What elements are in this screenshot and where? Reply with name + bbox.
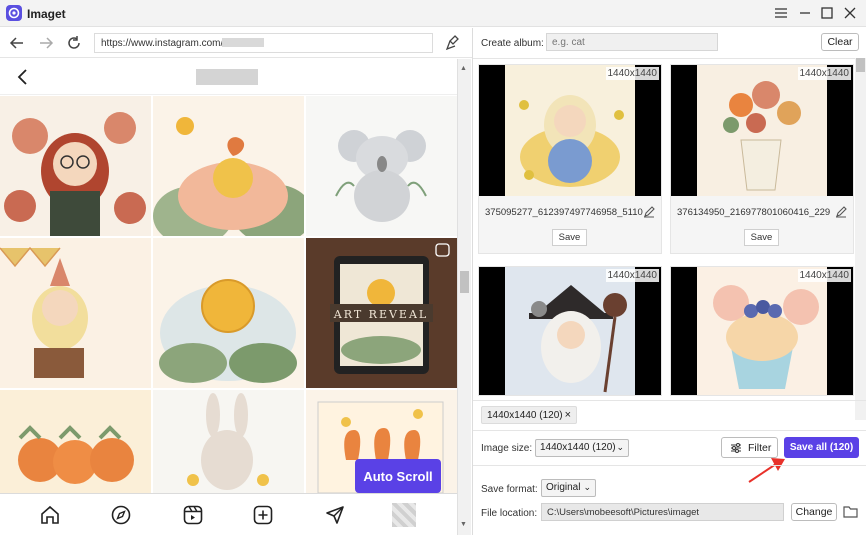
ig-profile-name <box>196 69 258 85</box>
right-scrollbar[interactable] <box>855 58 866 420</box>
divider <box>473 465 866 466</box>
save-image-button[interactable]: Save <box>744 229 779 246</box>
size-filter-tag-label: 1440x1440 (120) <box>487 410 563 421</box>
image-size-select[interactable]: 1440x1440 (120) ⌄ <box>535 439 629 457</box>
profile-avatar[interactable] <box>392 503 416 527</box>
file-location-input[interactable]: C:\Users\mobeesoft\Pictures\imaget <box>541 503 784 521</box>
title-bar: Imaget <box>0 0 866 27</box>
image-dimension-label: 1440x1440 <box>797 269 851 282</box>
ig-bottom-nav <box>0 493 457 535</box>
image-card[interactable]: 1440x1440 376134950_216977801060416_229 … <box>670 64 854 254</box>
clear-button[interactable]: Clear <box>821 33 859 51</box>
create-post-icon[interactable] <box>253 505 273 528</box>
blurred-url-segment <box>222 38 264 47</box>
filter-sliders-icon <box>730 442 742 457</box>
save-image-button[interactable]: Save <box>552 229 587 246</box>
change-location-button[interactable]: Change <box>791 503 837 521</box>
reels-icon[interactable] <box>183 505 203 528</box>
album-name-input[interactable] <box>546 33 718 51</box>
ig-profile-header <box>0 59 457 95</box>
minimize-button[interactable] <box>796 4 814 22</box>
ig-post-tile[interactable] <box>153 238 304 388</box>
back-arrow-icon[interactable] <box>8 34 26 52</box>
divider <box>473 400 866 401</box>
image-dimension-label: 1440x1440 <box>605 269 659 282</box>
file-location-label: File location: <box>481 508 538 519</box>
ig-post-tile[interactable] <box>306 96 457 236</box>
download-panel: Create album: Clear 1440x1440 375095277_… <box>472 28 866 535</box>
close-button[interactable] <box>841 4 859 22</box>
auto-scroll-button[interactable]: Auto Scroll <box>355 459 441 493</box>
ig-post-tile[interactable] <box>0 390 151 493</box>
image-card[interactable]: 1440x1440 <box>670 266 854 396</box>
image-size-value: 1440x1440 (120) <box>540 442 616 453</box>
image-filename: 376134950_216977801060416_229 <box>677 207 831 218</box>
explore-compass-icon[interactable] <box>111 505 131 528</box>
save-all-button[interactable]: Save all (120) <box>784 437 859 458</box>
home-icon[interactable] <box>40 505 60 528</box>
chevron-down-icon: ⌄ <box>583 482 591 492</box>
clear-cache-broom-icon[interactable] <box>444 34 462 52</box>
save-format-label: Save format: <box>481 484 538 495</box>
image-thumbnail[interactable] <box>479 65 661 196</box>
direct-message-icon[interactable] <box>325 505 345 528</box>
menu-icon[interactable] <box>772 4 790 22</box>
forward-arrow-icon[interactable] <box>37 34 55 52</box>
browser-nav-bar <box>0 28 472 58</box>
image-size-label: Image size: <box>481 443 533 454</box>
size-filter-tag: 1440x1440 (120) × <box>481 406 577 424</box>
create-album-label: Create album: <box>481 38 544 49</box>
ig-post-tile[interactable] <box>153 390 304 493</box>
maximize-button[interactable] <box>818 4 836 22</box>
app-logo-icon <box>6 5 22 21</box>
image-dimension-label: 1440x1440 <box>605 67 659 80</box>
svg-text:ART REVEAL: ART REVEAL <box>333 308 428 321</box>
left-scrollbar-thumb[interactable] <box>460 271 469 293</box>
image-dimension-label: 1440x1440 <box>797 67 851 80</box>
image-thumbnail[interactable] <box>671 267 853 395</box>
left-scrollbar[interactable]: ▲ ▼ <box>457 59 471 535</box>
app-title: Imaget <box>27 7 66 21</box>
edit-pencil-icon[interactable] <box>835 206 847 218</box>
ig-back-chevron-icon[interactable] <box>14 68 32 86</box>
image-filename: 375095277_612397497746958_5110 <box>485 207 643 218</box>
ig-post-tile[interactable] <box>0 96 151 236</box>
right-scrollbar-thumb[interactable] <box>856 58 865 72</box>
image-card[interactable]: 1440x1440 <box>478 266 662 396</box>
save-format-select[interactable]: Original ⌄ <box>541 479 596 497</box>
image-thumbnail[interactable] <box>671 65 853 196</box>
image-thumbnail[interactable] <box>479 267 661 395</box>
edit-pencil-icon[interactable] <box>643 206 655 218</box>
annotation-arrow-icon <box>748 458 785 483</box>
divider <box>473 58 866 59</box>
remove-tag-icon[interactable]: × <box>565 409 571 421</box>
chevron-down-icon: ⌄ <box>616 442 624 452</box>
ig-post-tile[interactable]: ART REVEAL <box>306 238 457 388</box>
save-format-value: Original <box>546 482 581 493</box>
image-card[interactable]: 1440x1440 375095277_612397497746958_5110… <box>478 64 662 254</box>
divider <box>473 430 866 431</box>
reload-icon[interactable] <box>65 34 83 52</box>
folder-icon[interactable] <box>843 504 858 521</box>
ig-post-tile[interactable] <box>153 96 304 236</box>
ig-post-tile[interactable] <box>0 238 151 388</box>
